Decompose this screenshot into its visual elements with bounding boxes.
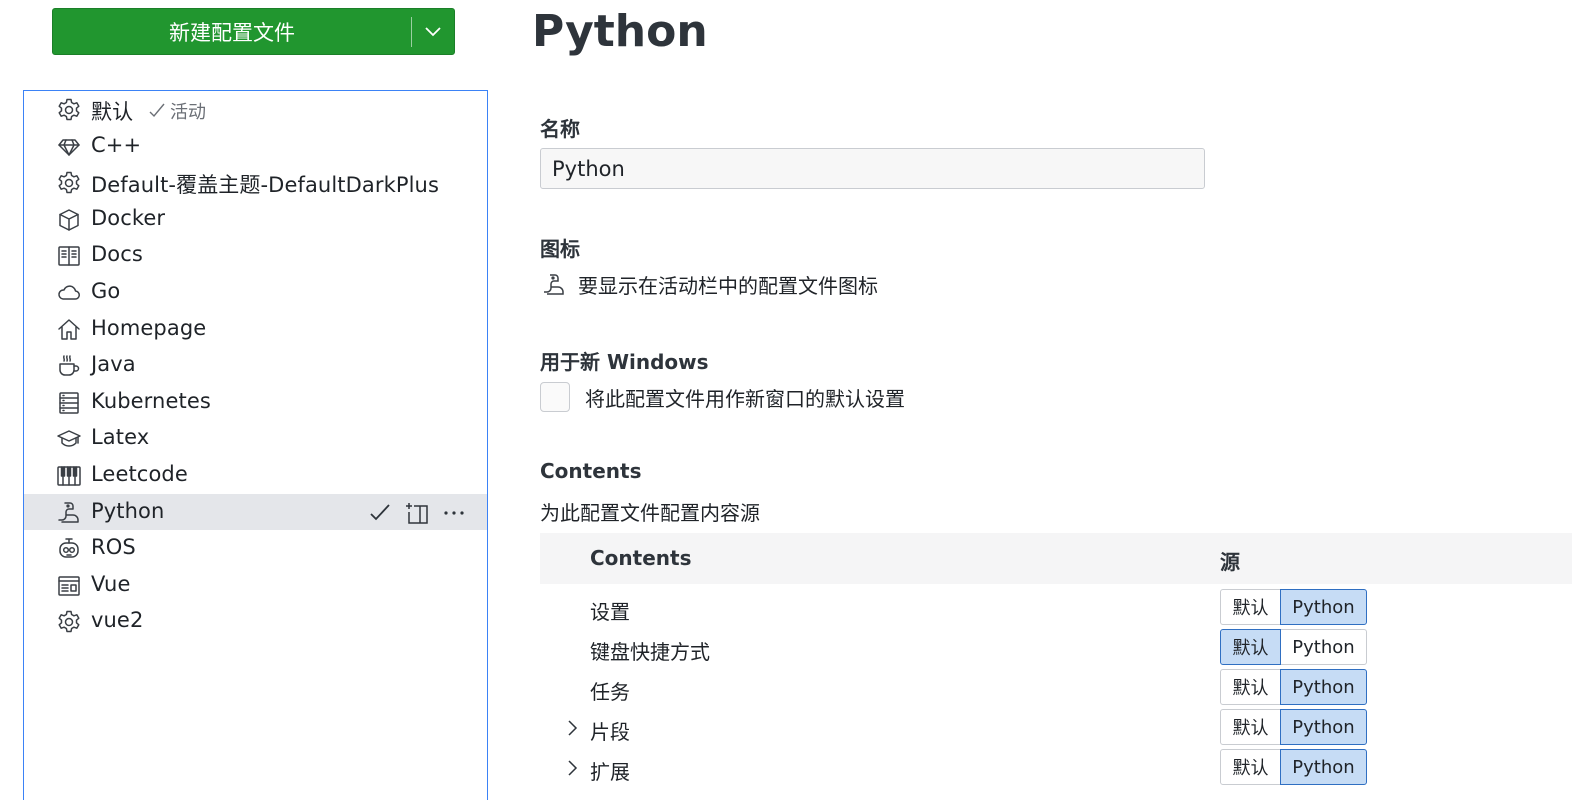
profile-name: Docker — [91, 205, 166, 230]
source-option-default[interactable]: 默认 — [1220, 669, 1281, 705]
chevron-right-icon[interactable] — [562, 717, 582, 739]
contents-heading: Contents — [540, 459, 642, 483]
profile-item[interactable]: Vue — [24, 567, 487, 603]
new-window-icon[interactable] — [404, 500, 430, 526]
profile-item[interactable]: Leetcode — [24, 457, 487, 493]
cloud-icon — [56, 280, 82, 306]
check-icon[interactable] — [367, 500, 393, 526]
gear-icon — [56, 170, 82, 196]
profile-actions — [367, 500, 467, 526]
source-option-default[interactable]: 默认 — [1220, 589, 1281, 625]
profile-item[interactable]: Docker — [24, 201, 487, 237]
active-badge: 活动 — [147, 98, 206, 124]
new-windows-row: 将此配置文件用作新窗口的默认设置 — [540, 382, 905, 412]
source-option-default[interactable]: 默认 — [1220, 709, 1281, 745]
profile-name: C++ — [91, 132, 142, 157]
source-option-default[interactable]: 默认 — [1220, 629, 1281, 665]
profile-name: Go — [91, 279, 121, 303]
contents-row: 键盘快捷方式 默认 Python — [540, 628, 1572, 668]
profile-item[interactable]: 默认 活动 — [24, 91, 487, 127]
icon-description: 要显示在活动栏中的配置文件图标 — [578, 274, 878, 298]
source-option-profile[interactable]: Python — [1280, 669, 1367, 705]
page-title: Python — [532, 6, 708, 57]
profile-name: Default-覆盖主题-DefaultDarkPlus — [91, 173, 439, 198]
new-windows-checkbox[interactable] — [540, 382, 570, 412]
profile-name: vue2 — [91, 608, 144, 633]
profile-item[interactable]: Homepage — [24, 311, 487, 347]
chevron-right-icon[interactable] — [562, 757, 582, 779]
contents-row: 片段 默认 Python — [540, 708, 1572, 748]
profile-name: Homepage — [91, 315, 207, 340]
profile-item[interactable]: Java — [24, 347, 487, 383]
more-icon[interactable] — [441, 500, 467, 526]
snake-icon[interactable] — [540, 271, 568, 299]
source-option-default[interactable]: 默认 — [1220, 749, 1281, 785]
contents-table-header: Contents 源 — [540, 533, 1572, 584]
profile-item[interactable]: Go — [24, 274, 487, 310]
profile-item[interactable]: Docs — [24, 237, 487, 273]
icon-section-heading: 图标 — [540, 237, 580, 261]
profile-name: ROS — [91, 535, 136, 560]
check-icon — [149, 103, 165, 118]
profile-name: Java — [91, 352, 136, 377]
layout-icon — [56, 573, 82, 599]
profile-name: Latex — [91, 425, 150, 450]
contents-row-label: 设置 — [590, 600, 630, 624]
gear-icon — [56, 609, 82, 635]
profile-list: 默认 活动 C++ Default-覆盖主题-DefaultDarkPlus Docke… — [23, 90, 488, 800]
home-icon — [56, 317, 82, 343]
source-toggle: 默认 Python — [1220, 589, 1367, 625]
profile-item[interactable]: C++ — [24, 128, 487, 164]
source-toggle: 默认 Python — [1220, 709, 1367, 745]
contents-row: 任务 默认 Python — [540, 668, 1572, 708]
contents-row: 扩展 默认 Python — [540, 748, 1572, 788]
source-option-profile[interactable]: Python — [1280, 629, 1367, 665]
robot-icon — [56, 536, 82, 562]
column-header-source: 源 — [1220, 550, 1240, 574]
profile-name: Docs — [91, 242, 143, 267]
server-icon — [56, 390, 82, 416]
contents-row-label: 任务 — [590, 680, 630, 704]
piano-icon — [56, 463, 82, 489]
source-option-profile[interactable]: Python — [1280, 589, 1367, 625]
name-section-heading: 名称 — [540, 117, 580, 141]
source-option-profile[interactable]: Python — [1280, 709, 1367, 745]
profile-name: Vue — [91, 571, 131, 596]
active-label: 活动 — [170, 102, 206, 123]
profile-item[interactable]: Latex — [24, 420, 487, 456]
column-header-contents: Contents — [590, 546, 692, 570]
new-profile-button[interactable]: 新建配置文件 — [52, 8, 455, 55]
source-toggle: 默认 Python — [1220, 629, 1367, 665]
profile-name: Leetcode — [91, 462, 188, 486]
new-windows-heading: 用于新 Windows — [540, 350, 709, 374]
profile-name: 默认 — [91, 100, 134, 124]
source-toggle: 默认 Python — [1220, 749, 1367, 785]
package-icon — [56, 207, 82, 233]
coffee-icon — [56, 353, 82, 379]
gear-icon — [56, 97, 82, 123]
contents-row: 设置 默认 Python — [540, 588, 1572, 628]
profile-item[interactable]: Kubernetes — [24, 384, 487, 420]
profile-item[interactable]: Default-覆盖主题-DefaultDarkPlus — [24, 164, 487, 200]
profile-name-input[interactable] — [540, 148, 1205, 189]
profile-name: Kubernetes — [91, 388, 211, 413]
source-option-profile[interactable]: Python — [1280, 749, 1367, 785]
contents-description: 为此配置文件配置内容源 — [540, 501, 760, 525]
mortar-board-icon — [56, 426, 82, 452]
profile-item[interactable]: Python — [24, 493, 487, 530]
contents-row-label: 片段 — [590, 720, 630, 744]
icon-row: 要显示在活动栏中的配置文件图标 — [540, 270, 878, 299]
profile-item[interactable]: vue2 — [24, 603, 487, 639]
contents-row-label: 键盘快捷方式 — [590, 640, 710, 664]
ruby-icon — [56, 134, 82, 160]
profile-item[interactable]: ROS — [24, 530, 487, 566]
contents-row-label: 扩展 — [590, 760, 630, 784]
profile-name: Python — [91, 498, 165, 523]
snake-icon — [56, 500, 82, 526]
chevron-down-icon[interactable] — [412, 9, 454, 54]
new-profile-label: 新建配置文件 — [169, 20, 295, 45]
source-toggle: 默认 Python — [1220, 669, 1367, 705]
book-icon — [56, 243, 82, 269]
new-windows-description: 将此配置文件用作新窗口的默认设置 — [585, 386, 905, 411]
